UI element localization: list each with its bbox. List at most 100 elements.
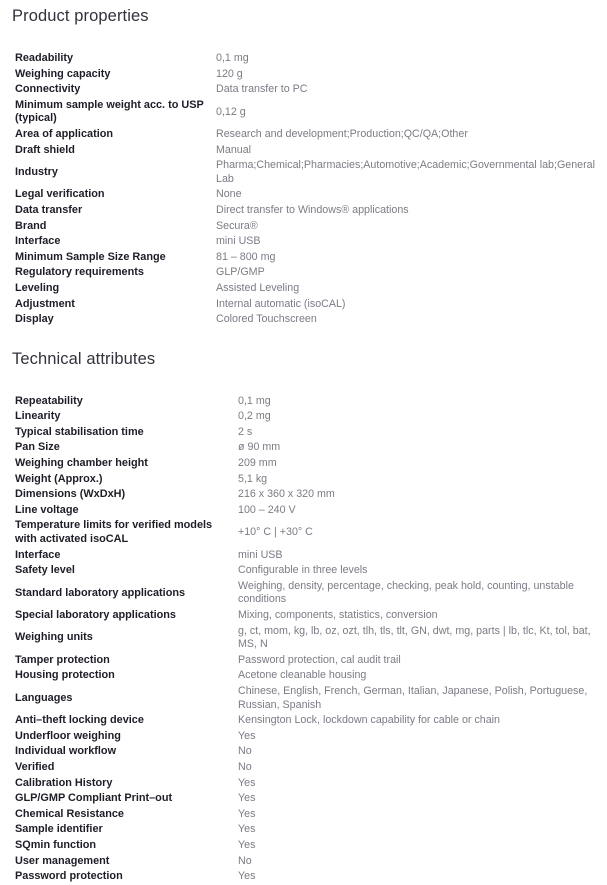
spec-row: Connectivity Data transfer to PC	[0, 82, 607, 98]
spec-row-label: Dimensions (WxDxH)	[15, 488, 126, 501]
page-title: Product properties	[12, 7, 149, 25]
spec-row-value: Yes	[238, 823, 256, 836]
spec-row: Special laboratory applications Mixing, c…	[0, 608, 607, 624]
spec-row-value: 216 x 360 x 320 mm	[238, 488, 335, 501]
spec-row-label: Leveling	[15, 281, 60, 294]
spec-row: Brand Secura®	[0, 219, 607, 235]
spec-row: Draft shield Manual	[0, 143, 607, 159]
spec-row: Linearity 0,2 mg	[0, 409, 607, 425]
spec-row-label: SQmin function	[15, 838, 97, 851]
spec-row-value: Yes	[238, 729, 256, 742]
spec-row-label: Industry	[15, 165, 58, 178]
spec-row: Individual workflow No	[0, 744, 607, 760]
spec-row-value: Kensington Lock, lockdown capability for…	[238, 714, 500, 727]
spec-row: Regulatory requirements GLP/GMP	[0, 265, 607, 281]
section-product-properties: Product properties Readability 0,1 mg Weig…	[0, 0, 607, 328]
spec-row-value: Acetone cleanable housing	[238, 669, 367, 682]
spec-row-label: Verified	[15, 760, 55, 773]
spec-row: Housing protection Acetone cleanable hous…	[0, 668, 607, 684]
section-technical-attributes: Technical attributes Repeatability 0,1 mg…	[0, 349, 607, 885]
spec-row-label: Brand	[15, 219, 47, 232]
spec-row-label: Chemical Resistance	[15, 807, 124, 820]
spec-row: Interface mini USB	[0, 548, 607, 564]
spec-row: Password protection Yes	[0, 869, 607, 885]
spec-row-label: Display	[15, 313, 54, 326]
spec-row-value: No	[238, 760, 252, 773]
spec-row-label: User management	[15, 854, 110, 867]
spec-row-label: Regulatory requirements	[15, 266, 144, 279]
spec-row-label: Sample identifier	[15, 823, 103, 836]
spec-row-value: Pharma;Chemical;Pharmacies;Automotive;Ac…	[216, 159, 595, 185]
spec-row: Weighing capacity 120 g	[0, 67, 607, 83]
spec-row-label: Password protection	[15, 870, 123, 883]
spec-row: Legal verification None	[0, 187, 607, 203]
spec-row: Minimum Sample Size Range 81 – 800 mg	[0, 250, 607, 266]
spec-row-value: Yes	[238, 838, 256, 851]
spec-row-value: ø 90 mm	[238, 441, 281, 454]
spec-row-label: Legal verification	[15, 188, 105, 201]
spec-row: Weighing units g, ct, mom, kg, lb, oz, oz…	[0, 624, 607, 653]
spec-row-value: No	[238, 745, 252, 758]
spec-row-label: Weighing chamber height	[15, 457, 148, 470]
spec-row-label: Interface	[15, 548, 61, 561]
spec-row-label: Temperature limits for verified models w…	[15, 519, 213, 546]
spec-row: Tamper protection Password protection, ca…	[0, 653, 607, 669]
spec-row-label: Weighing capacity	[15, 67, 111, 80]
spec-row-label: Readability	[15, 52, 74, 64]
spec-row-label: Languages	[15, 691, 73, 704]
spec-row-value: 209 mm	[238, 457, 277, 470]
spec-row: Weighing chamber height 209 mm	[0, 456, 607, 472]
spec-row: Typical stabilisation time 2 s	[0, 425, 607, 441]
spec-row-value: None	[216, 188, 242, 201]
spec-row-value: Secura®	[216, 219, 258, 232]
technical-attributes-heading-block: Technical attributes	[0, 349, 607, 369]
spec-row-value: Assisted Leveling	[216, 281, 300, 294]
spec-row-label: Weight (Approx.)	[15, 472, 103, 485]
spec-row-value: Direct transfer to Windows® applications	[216, 203, 409, 216]
spec-row: Underfloor weighing Yes	[0, 729, 607, 745]
spec-row-value: 100 – 240 V	[238, 503, 296, 516]
spec-row-value: Weighing, density, percentage, checking,…	[238, 579, 574, 606]
spec-row-label: Special laboratory applications	[15, 609, 176, 621]
spec-row-value: 81 – 800 mg	[216, 250, 276, 263]
spec-row: Data transfer Direct transfer to Windows®…	[0, 203, 607, 219]
spec-row-value: 0,1 mg	[216, 52, 249, 64]
spec-row-value: g, ct, mom, kg, lb, oz, ozt, tlh, tls, t…	[238, 624, 591, 651]
spec-row-label: Minimum Sample Size Range	[15, 250, 166, 263]
spec-row-value: Yes	[238, 807, 256, 820]
spec-row-label: Data transfer	[15, 203, 83, 216]
spec-row: Temperature limits for verified models w…	[0, 518, 607, 547]
spec-row: Repeatability 0,1 mg	[0, 394, 607, 410]
spec-row: User management No	[0, 854, 607, 870]
spec-row-value: No	[238, 854, 252, 867]
spec-row-value: 5,1 kg	[238, 472, 268, 485]
spec-row-label: Connectivity	[15, 83, 81, 96]
spec-row: Readability 0,1 mg	[0, 51, 607, 67]
spec-row-value: Internal automatic (isoCAL)	[216, 297, 346, 310]
technical-attributes-table: Repeatability 0,1 mg Linearity 0,2 mg Typica…	[0, 394, 607, 885]
spec-row-label: Repeatability	[15, 394, 83, 407]
spec-row-value: mini USB	[238, 548, 283, 561]
spec-row: Display Colored Touchscreen	[0, 312, 607, 328]
product-properties-table: Readability 0,1 mg Weighing capacity 120 g C…	[0, 51, 607, 328]
spec-row-label: Safety level	[15, 564, 75, 577]
spec-row-value: +10° C | +30° C	[238, 526, 313, 539]
spec-row-label: Standard laboratory applications	[15, 586, 186, 599]
spec-row: Calibration History Yes	[0, 776, 607, 792]
spec-row-value: Yes	[238, 776, 256, 789]
spec-row: Sample identifier Yes	[0, 822, 607, 838]
spec-row-label: Weighing units	[15, 631, 93, 644]
spec-row-value: 120 g	[216, 67, 243, 80]
spec-row-value: 0,2 mg	[238, 410, 271, 423]
spec-row: Adjustment Internal automatic (isoCAL)	[0, 297, 607, 313]
spec-row-value: Yes	[238, 870, 256, 883]
spec-row-label: Individual workflow	[15, 745, 117, 758]
spec-row-label: Interface	[15, 235, 61, 248]
product-properties-heading-block: Product properties	[0, 0, 607, 26]
heading-spacer-2	[0, 369, 607, 394]
spec-row: Languages Chinese, English, French, Germa…	[0, 684, 607, 713]
spec-row-label: GLP/GMP Compliant Print–out	[15, 792, 173, 805]
spec-row-value: 0,12 g	[216, 105, 246, 118]
spec-row-label: Linearity	[15, 410, 61, 423]
spec-row: Line voltage 100 – 240 V	[0, 503, 607, 519]
